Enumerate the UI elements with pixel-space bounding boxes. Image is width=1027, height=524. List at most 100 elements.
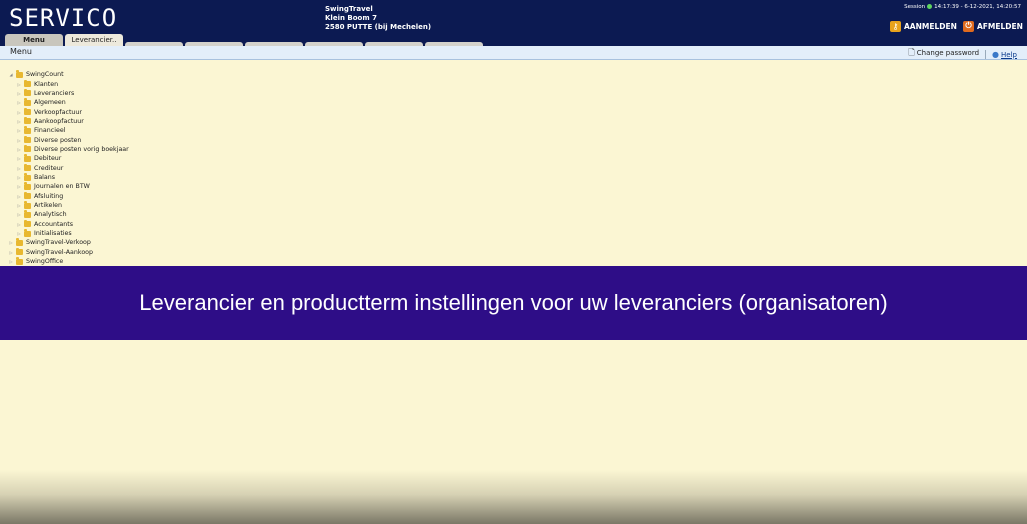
collapsed-arrow-icon[interactable]: ▷ (16, 119, 22, 124)
collapsed-arrow-icon[interactable]: ▷ (8, 240, 14, 245)
menu-bar: Menu 🗋 Change password ● Help (0, 46, 1027, 60)
tree-node[interactable]: ▷ Journalen en BTW (16, 182, 90, 191)
folder-icon (24, 135, 31, 144)
tree-node-label: SwingTravel-Verkoop (26, 239, 91, 247)
folder-icon (24, 154, 31, 162)
tree-node[interactable]: ▷ Balans (16, 173, 55, 182)
document-icon: 🗋 (908, 48, 915, 57)
folder-icon (24, 182, 31, 190)
tree-node[interactable]: ▷ Initialisaties (16, 229, 72, 238)
key-icon: ⚷ (890, 20, 901, 32)
company-name: SwingTravel (325, 5, 373, 13)
folder-icon (24, 210, 31, 218)
session-label: Session (904, 4, 926, 10)
tree-node[interactable]: ▷ Accountants (16, 219, 73, 229)
logout-label: AFMELDEN (977, 21, 1023, 31)
expanded-arrow-icon[interactable]: ◢ (8, 72, 14, 77)
collapsed-arrow-icon[interactable]: ▷ (16, 203, 22, 208)
login-label: AANMELDEN (904, 21, 957, 31)
tree-node-label: Debiteur (34, 155, 62, 163)
folder-icon (16, 257, 23, 265)
login-button[interactable]: ⚷ AANMELDEN (890, 19, 957, 33)
collapsed-arrow-icon[interactable]: ▷ (16, 128, 22, 133)
collapsed-arrow-icon[interactable]: ▷ (16, 156, 22, 161)
collapsed-arrow-icon[interactable]: ▷ (16, 231, 22, 236)
separator (985, 49, 987, 59)
collapsed-arrow-icon[interactable]: ▷ (16, 194, 22, 199)
tree-node[interactable]: ▷ Algemeen (16, 98, 66, 107)
tree-node[interactable]: ▷ Crediteur (16, 163, 64, 173)
collapsed-arrow-icon[interactable]: ▷ (16, 138, 22, 143)
bottom-fade (0, 470, 1027, 524)
tree-node-label: Aankoopfactuur (34, 117, 84, 125)
collapsed-arrow-icon[interactable]: ▷ (16, 212, 22, 217)
help-link[interactable]: ● Help (992, 50, 1017, 59)
folder-icon (24, 88, 31, 97)
tree-node-label: Balans (34, 174, 56, 182)
collapsed-arrow-icon[interactable]: ▷ (16, 175, 22, 180)
menu-bar-label: Menu (10, 47, 32, 56)
company-address: Klein Boom 7 (325, 14, 377, 22)
tree-node[interactable]: ▷ Afsluiting (16, 191, 64, 201)
tab-bar: Menu Leverancier.. (0, 34, 600, 46)
tree-node[interactable]: ▷ Artikelen (16, 201, 62, 210)
tab-menu[interactable]: Menu (5, 34, 63, 46)
tree-node-label: Artikelen (34, 202, 63, 210)
collapsed-arrow-icon[interactable]: ▷ (16, 82, 22, 87)
tree-node[interactable]: ▷ Verkoopfactuur (16, 107, 82, 116)
tree-node-label: Analytisch (34, 211, 67, 219)
logout-button[interactable]: ⏻ AFMELDEN (963, 19, 1023, 33)
tree-node[interactable]: ▷ SwingTravel-Verkoop (8, 238, 91, 247)
menu-bar-actions: 🗋 Change password ● Help (908, 47, 1017, 61)
collapsed-arrow-icon[interactable]: ▷ (16, 91, 22, 96)
folder-icon (24, 144, 31, 153)
collapsed-arrow-icon[interactable]: ▷ (16, 100, 22, 105)
tree-node[interactable]: ▷ Diverse posten (16, 135, 81, 144)
collapsed-arrow-icon[interactable]: ▷ (16, 222, 22, 227)
caption-banner: Leverancier en productterm instellingen … (0, 266, 1027, 340)
collapsed-arrow-icon[interactable]: ▷ (8, 250, 14, 255)
tree-node-label: Initialisaties (34, 230, 72, 238)
collapsed-arrow-icon[interactable]: ▷ (16, 184, 22, 189)
tree-node-label: Diverse posten vorig boekjaar (34, 145, 129, 153)
tree-node[interactable]: ◢ SwingCount (8, 70, 64, 79)
collapsed-arrow-icon[interactable]: ▷ (16, 166, 22, 171)
tree-node-label: Algemeen (34, 99, 66, 107)
session-status-icon (927, 4, 933, 9)
tree-node-label: Afsluiting (34, 192, 64, 200)
tree-node[interactable]: ▷ Aankoopfactuur (16, 116, 84, 126)
tree-node-label: SwingTravel-Aankoop (26, 248, 94, 256)
tree-node-label: Leveranciers (34, 89, 75, 97)
tree-node-label: Journalen en BTW (34, 183, 90, 191)
folder-icon (24, 191, 31, 200)
app-header: SERVICO SwingTravel Klein Boom 7 2580 PU… (0, 0, 1027, 46)
folder-icon (24, 173, 31, 181)
tree-node[interactable]: ▷ Klanten (16, 79, 58, 88)
collapsed-arrow-icon[interactable]: ▷ (16, 110, 22, 115)
exit-icon: ⏻ (963, 20, 974, 32)
company-city: 2580 PUTTE (bij Mechelen) (325, 23, 432, 31)
tree-node[interactable]: ▷ Debiteur (16, 154, 61, 163)
folder-icon (16, 238, 23, 246)
tree-node-label: Verkoopfactuur (34, 108, 82, 116)
session-time: 14:17:39 - 6-12-2021, 14:20:57 (934, 4, 1021, 10)
caption-text: Leverancier en productterm instellingen … (139, 290, 888, 315)
tree-node[interactable]: ▷ Analytisch (16, 210, 67, 219)
folder-icon (24, 116, 31, 125)
folder-icon (24, 163, 31, 172)
folder-icon (24, 219, 31, 228)
menu-tree: ◢ SwingCount ▷ Klanten ▷ Leveranciers ▷ Algemee… (0, 70, 400, 266)
tree-node-label: Crediteur (34, 164, 64, 172)
company-info: SwingTravel Klein Boom 7 2580 PUTTE (bij… (325, 5, 431, 32)
collapsed-arrow-icon[interactable]: ▷ (8, 259, 14, 264)
tree-node[interactable]: ▷ Diverse posten vorig boekjaar (16, 144, 129, 154)
tree-node-label: Financieel (34, 127, 66, 135)
folder-icon (24, 107, 31, 116)
tab-leverancier[interactable]: Leverancier.. (65, 34, 123, 46)
tree-node[interactable]: ▷ SwingTravel-Aankoop (8, 247, 94, 257)
tree-node[interactable]: ▷ Financieel (16, 126, 65, 135)
collapsed-arrow-icon[interactable]: ▷ (16, 147, 22, 152)
change-password-link[interactable]: 🗋 Change password (908, 47, 979, 61)
tree-node[interactable]: ▷ SwingOffice (8, 257, 63, 266)
tree-node[interactable]: ▷ Leveranciers (16, 88, 75, 98)
